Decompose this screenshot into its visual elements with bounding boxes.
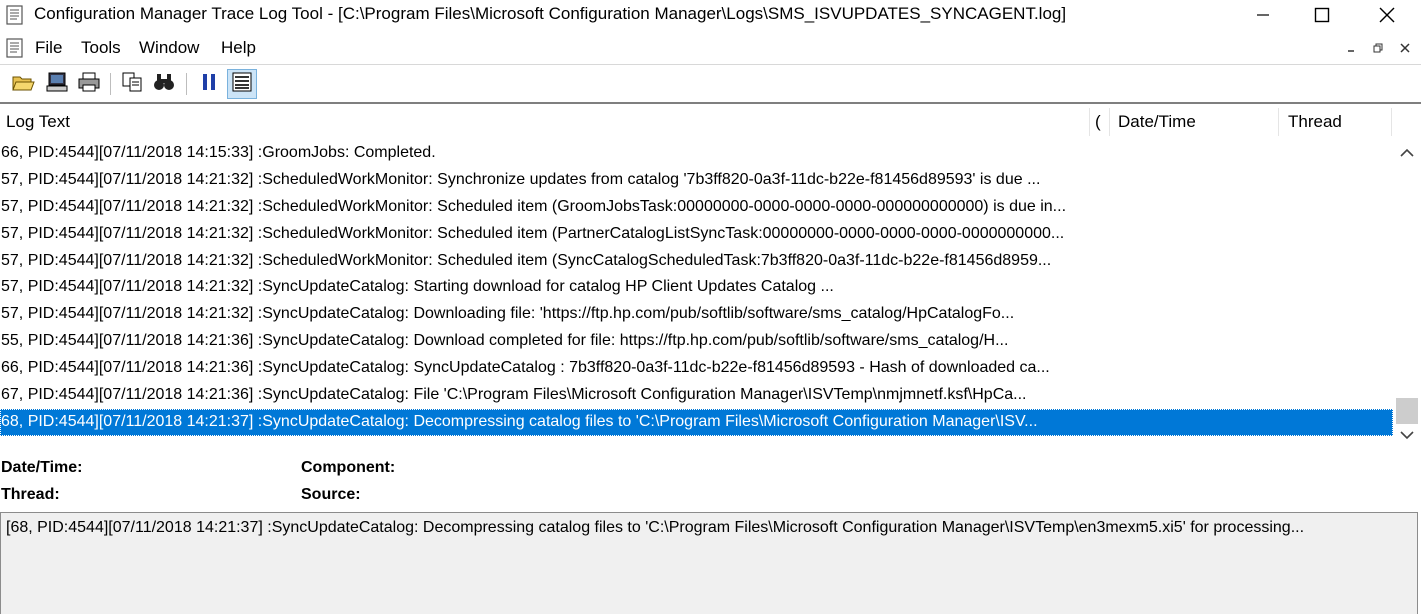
copy-icon	[120, 71, 144, 98]
maximize-button[interactable]	[1294, 0, 1350, 30]
open-button[interactable]	[8, 69, 38, 99]
menu-help[interactable]: Help	[221, 38, 256, 58]
log-row[interactable]: 57, PID:4544][07/11/2018 14:21:32] :Sync…	[0, 301, 1393, 328]
log-document-icon	[4, 4, 26, 26]
window-title: Configuration Manager Trace Log Tool - […	[34, 4, 1067, 23]
column-date-time[interactable]: Date/Time	[1112, 104, 1278, 140]
pause-button[interactable]	[194, 69, 224, 99]
mdi-close-button[interactable]	[1395, 38, 1415, 58]
open-remote-button[interactable]	[42, 69, 72, 99]
scroll-up-button[interactable]	[1393, 142, 1421, 164]
chevron-down-icon	[1400, 431, 1414, 440]
log-row[interactable]: 67, PID:4544][07/11/2018 14:21:36] :Sync…	[0, 382, 1393, 409]
minimize-button[interactable]	[1235, 0, 1291, 30]
print-button[interactable]	[74, 69, 104, 99]
menu-file[interactable]: File	[35, 38, 62, 58]
column-divider[interactable]	[1089, 108, 1090, 136]
copy-button[interactable]	[117, 69, 147, 99]
log-row[interactable]: 55, PID:4544][07/11/2018 14:21:36] :Sync…	[0, 328, 1393, 355]
log-row[interactable]: 57, PID:4544][07/11/2018 14:21:32] :Sche…	[0, 221, 1393, 248]
log-rows: 66, PID:4544][07/11/2018 14:15:33] :Groo…	[0, 140, 1393, 436]
toolbar-separator	[186, 73, 187, 95]
entry-details: Date/Time: Thread: Component: Source:	[0, 452, 1421, 512]
log-row[interactable]: 66, PID:4544][07/11/2018 14:21:36] :Sync…	[0, 355, 1393, 382]
message-text: [68, PID:4544][07/11/2018 14:21:37] :Syn…	[6, 519, 1305, 536]
open-icon	[11, 71, 35, 98]
log-row[interactable]: 57, PID:4544][07/11/2018 14:21:32] :Sync…	[0, 274, 1393, 301]
scroll-thumb[interactable]	[1396, 398, 1418, 424]
pause-icon	[197, 71, 221, 98]
title-bar: Configuration Manager Trace Log Tool - […	[0, 0, 1421, 32]
close-button[interactable]	[1359, 0, 1415, 30]
log-list-scrollbar[interactable]	[1393, 140, 1421, 448]
thread-label: Thread:	[1, 486, 60, 503]
mdi-minimize-button[interactable]	[1341, 38, 1361, 58]
print-icon	[77, 71, 101, 98]
mdi-restore-button[interactable]	[1368, 38, 1388, 58]
column-divider[interactable]	[1391, 108, 1392, 136]
log-row-selected[interactable]: 68, PID:4544][07/11/2018 14:21:37] :Sync…	[0, 408, 1393, 436]
error-lookup-icon	[230, 71, 254, 98]
log-row[interactable]: 57, PID:4544][07/11/2018 14:21:32] :Sche…	[0, 194, 1393, 221]
column-log-text[interactable]: Log Text	[0, 104, 1088, 140]
chevron-up-icon	[1400, 148, 1414, 157]
log-row[interactable]: 57, PID:4544][07/11/2018 14:21:32] :Sche…	[0, 167, 1393, 194]
toolbar-separator	[110, 73, 111, 95]
column-thread[interactable]: Thread	[1282, 104, 1390, 140]
component-label: Component:	[301, 459, 396, 476]
datetime-label: Date/Time:	[1, 459, 83, 476]
column-component[interactable]: (	[1091, 104, 1109, 140]
toolbar	[0, 64, 1421, 102]
column-divider[interactable]	[1109, 108, 1110, 136]
log-list-header: Log Text ( Date/Time Thread	[0, 104, 1393, 140]
menu-window[interactable]: Window	[139, 38, 199, 58]
error-lookup-button[interactable]	[227, 69, 257, 99]
open-remote-icon	[45, 71, 69, 98]
menu-bar: File Tools Window Help	[0, 34, 1421, 62]
source-label: Source:	[301, 486, 361, 503]
log-row[interactable]: 57, PID:4544][07/11/2018 14:21:32] :Sche…	[0, 248, 1393, 275]
find-icon	[152, 71, 176, 98]
scroll-down-button[interactable]	[1393, 424, 1421, 446]
column-divider[interactable]	[1278, 108, 1279, 136]
log-row[interactable]: 66, PID:4544][07/11/2018 14:15:33] :Groo…	[0, 140, 1393, 167]
message-box[interactable]: [68, PID:4544][07/11/2018 14:21:37] :Syn…	[0, 512, 1418, 614]
find-button[interactable]	[149, 69, 179, 99]
menu-tools[interactable]: Tools	[81, 38, 121, 58]
mdi-document-icon[interactable]	[4, 37, 26, 59]
